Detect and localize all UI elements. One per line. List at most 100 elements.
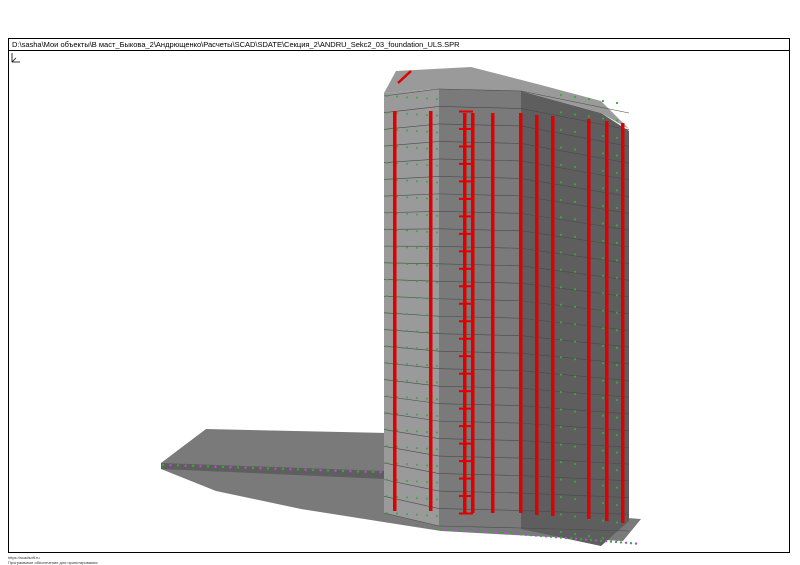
- floor-node: [406, 246, 408, 249]
- floor-node: [573, 428, 577, 431]
- model-viewport[interactable]: [9, 51, 789, 552]
- floor-node: [426, 264, 428, 267]
- base-node: [494, 531, 498, 534]
- floor-node: [386, 128, 388, 131]
- column-red: [621, 123, 625, 523]
- podium-node: [259, 467, 262, 470]
- floor-node: [426, 364, 428, 367]
- floor-node: [601, 466, 605, 470]
- file-path-title: D:\sasha\Мои объекты\В маст_Быкова_2\Анд…: [9, 39, 789, 51]
- floor-node: [416, 113, 418, 116]
- floor-node: [426, 431, 428, 433]
- floor-node: [416, 163, 418, 166]
- floor-node: [386, 228, 388, 231]
- podium-node: [289, 468, 292, 471]
- podium-node: [266, 467, 270, 470]
- floor-node: [426, 481, 428, 484]
- floor-node: [615, 503, 619, 507]
- floor-node: [406, 363, 408, 366]
- floor-node: [426, 164, 428, 167]
- floor-node: [426, 464, 428, 467]
- floor-node: [615, 294, 619, 297]
- podium-node: [214, 465, 217, 468]
- podium-node: [379, 471, 382, 474]
- column-red: [463, 113, 467, 513]
- floor-node: [436, 331, 438, 334]
- floor-node: [386, 495, 388, 498]
- podium-node: [161, 463, 165, 467]
- lintel-red: [459, 320, 473, 323]
- floor-node: [406, 112, 408, 115]
- floor-node: [601, 99, 605, 103]
- floor-node: [436, 264, 438, 267]
- base-node: [444, 527, 448, 530]
- base-node: [599, 539, 603, 542]
- floor-node: [416, 430, 418, 433]
- floor-node: [386, 295, 388, 298]
- floor-node: [426, 314, 428, 317]
- floor-node: [396, 95, 398, 98]
- podium-node: [319, 469, 322, 472]
- podium-node: [364, 470, 367, 473]
- podium-node: [221, 465, 225, 469]
- floor-node: [559, 530, 563, 534]
- lintel-red: [459, 197, 473, 200]
- lintel-red: [459, 407, 473, 410]
- floor-node: [416, 296, 418, 299]
- floor-node: [386, 95, 388, 97]
- floor-node: [601, 501, 605, 505]
- floor-node: [559, 181, 563, 184]
- floor-node: [416, 96, 418, 99]
- floor-node: [406, 162, 408, 165]
- floor-node: [573, 253, 577, 256]
- base-node: [619, 541, 623, 544]
- base-node: [524, 533, 528, 536]
- floor-node: [416, 230, 418, 233]
- base-node: [594, 539, 598, 542]
- floor-node: [559, 216, 563, 219]
- floor-node: [615, 364, 619, 367]
- floor-node: [559, 513, 563, 516]
- floor-node: [587, 115, 591, 118]
- floor-node: [601, 432, 605, 435]
- floor-node: [559, 408, 563, 411]
- floor-node: [573, 165, 577, 169]
- floor-node: [615, 101, 619, 105]
- floor-node: [573, 95, 577, 99]
- base-node: [624, 541, 628, 544]
- floor-node: [386, 512, 388, 514]
- floor-node: [436, 481, 438, 484]
- podium-node: [274, 467, 277, 470]
- lintel-red: [459, 425, 473, 428]
- floor-node: [573, 462, 577, 466]
- column-red: [551, 116, 555, 516]
- floor-node: [601, 152, 605, 155]
- podium-node: [236, 466, 240, 469]
- base-node: [634, 542, 638, 545]
- floor-node: [416, 213, 418, 216]
- floor-node: [416, 447, 418, 450]
- floor-node: [426, 230, 428, 233]
- floor-node: [406, 413, 408, 416]
- floor-node: [416, 480, 418, 483]
- floor-node: [559, 356, 563, 359]
- floor-node: [406, 279, 408, 282]
- floor-node: [559, 111, 563, 114]
- lintel-red: [459, 477, 473, 480]
- building-model-3d[interactable]: [9, 51, 789, 552]
- floor-node: [615, 206, 619, 209]
- floor-node: [436, 314, 438, 317]
- footer-line-2: Программное обеспечение для проектирован…: [8, 559, 98, 565]
- floor-node: [426, 130, 428, 133]
- floor-node: [559, 391, 563, 394]
- lintel-red: [459, 162, 473, 165]
- lintel-red: [459, 337, 473, 340]
- floor-node: [406, 129, 408, 132]
- floor-node: [406, 329, 408, 332]
- base-node: [589, 538, 593, 542]
- column-red: [471, 113, 475, 513]
- floor-node: [406, 446, 408, 449]
- floor-node: [615, 329, 619, 332]
- floor-node: [615, 276, 619, 279]
- floor-node: [601, 222, 605, 225]
